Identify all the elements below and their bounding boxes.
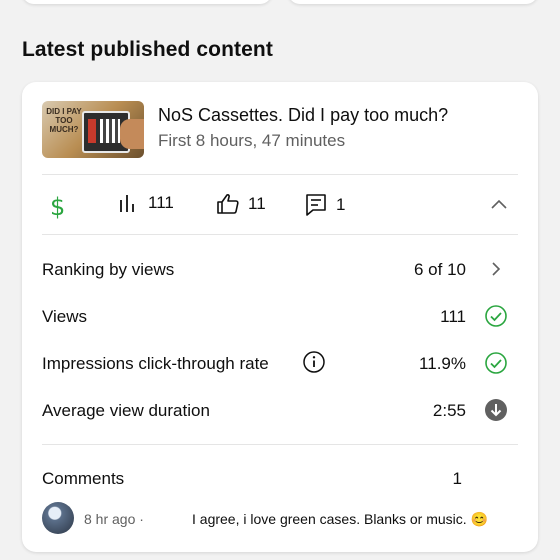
metric-label: Average view duration [42,401,210,420]
previous-card-left [22,0,272,4]
comment-text: I agree, i love green cases. Blanks or m… [192,511,489,527]
views-stat[interactable]: 111 [118,192,174,214]
divider [42,234,518,235]
metric-label: Ranking by views [42,260,175,279]
latest-comment[interactable]: 8 hr ago · I agree, i love green cases. … [42,502,518,536]
previous-card-right [288,0,538,4]
svg-text:$: $ [50,193,65,220]
ctr-row: Impressions click-through rate 11.9% [42,350,518,380]
metric-value: 111 [440,307,466,326]
revenue-stat[interactable]: $ [48,192,68,220]
video-title: NoS Cassettes. Did I pay too much? [158,105,449,125]
divider [42,444,518,445]
views-row: Views 111 [42,303,518,333]
comment-icon [304,192,328,218]
down-arrow-circle-icon [484,398,508,422]
comments-label: Comments [42,469,125,488]
video-row[interactable]: DID I PAY TOO MUCH? NoS Cassettes. Did I… [42,101,518,159]
check-circle-icon [484,304,508,328]
comments-total: 1 [452,469,462,488]
average-view-duration-row: Average view duration 2:55 [42,397,518,427]
metric-value: 6 of 10 [414,260,466,279]
likes-count: 11 [248,194,266,213]
video-thumbnail[interactable]: DID I PAY TOO MUCH? [42,101,144,158]
metric-value: 2:55 [432,401,466,420]
metric-value: 11.9% [419,354,466,373]
bar-chart-icon [118,192,140,214]
thumbs-up-icon [216,192,240,216]
divider [42,174,518,175]
latest-content-card: DID I PAY TOO MUCH? NoS Cassettes. Did I… [22,82,538,552]
check-circle-icon [484,351,508,375]
stats-row: $ 111 11 1 [42,188,518,224]
dollar-icon: $ [48,192,68,220]
metric-label: Impressions click-through rate [42,354,269,373]
comment-time: 8 hr ago · [84,511,144,527]
views-count: 111 [148,193,174,212]
avatar [42,502,74,534]
metric-label: Views [42,307,88,326]
hand-graphic [120,119,144,149]
chevron-up-icon[interactable] [488,194,510,221]
comments-summary-row[interactable]: Comments 1 [42,465,518,495]
thumbnail-text: DID I PAY TOO MUCH? [46,107,82,134]
likes-stat[interactable]: 11 [216,192,266,216]
info-icon[interactable] [302,350,326,374]
section-title: Latest published content [22,38,273,61]
ranking-by-views-row[interactable]: Ranking by views 6 of 10 [42,256,518,286]
chevron-right-icon[interactable] [484,257,508,281]
video-subtitle: First 8 hours, 47 minutes [158,131,346,150]
comments-stat[interactable]: 1 [304,192,345,218]
comments-count: 1 [336,195,346,214]
